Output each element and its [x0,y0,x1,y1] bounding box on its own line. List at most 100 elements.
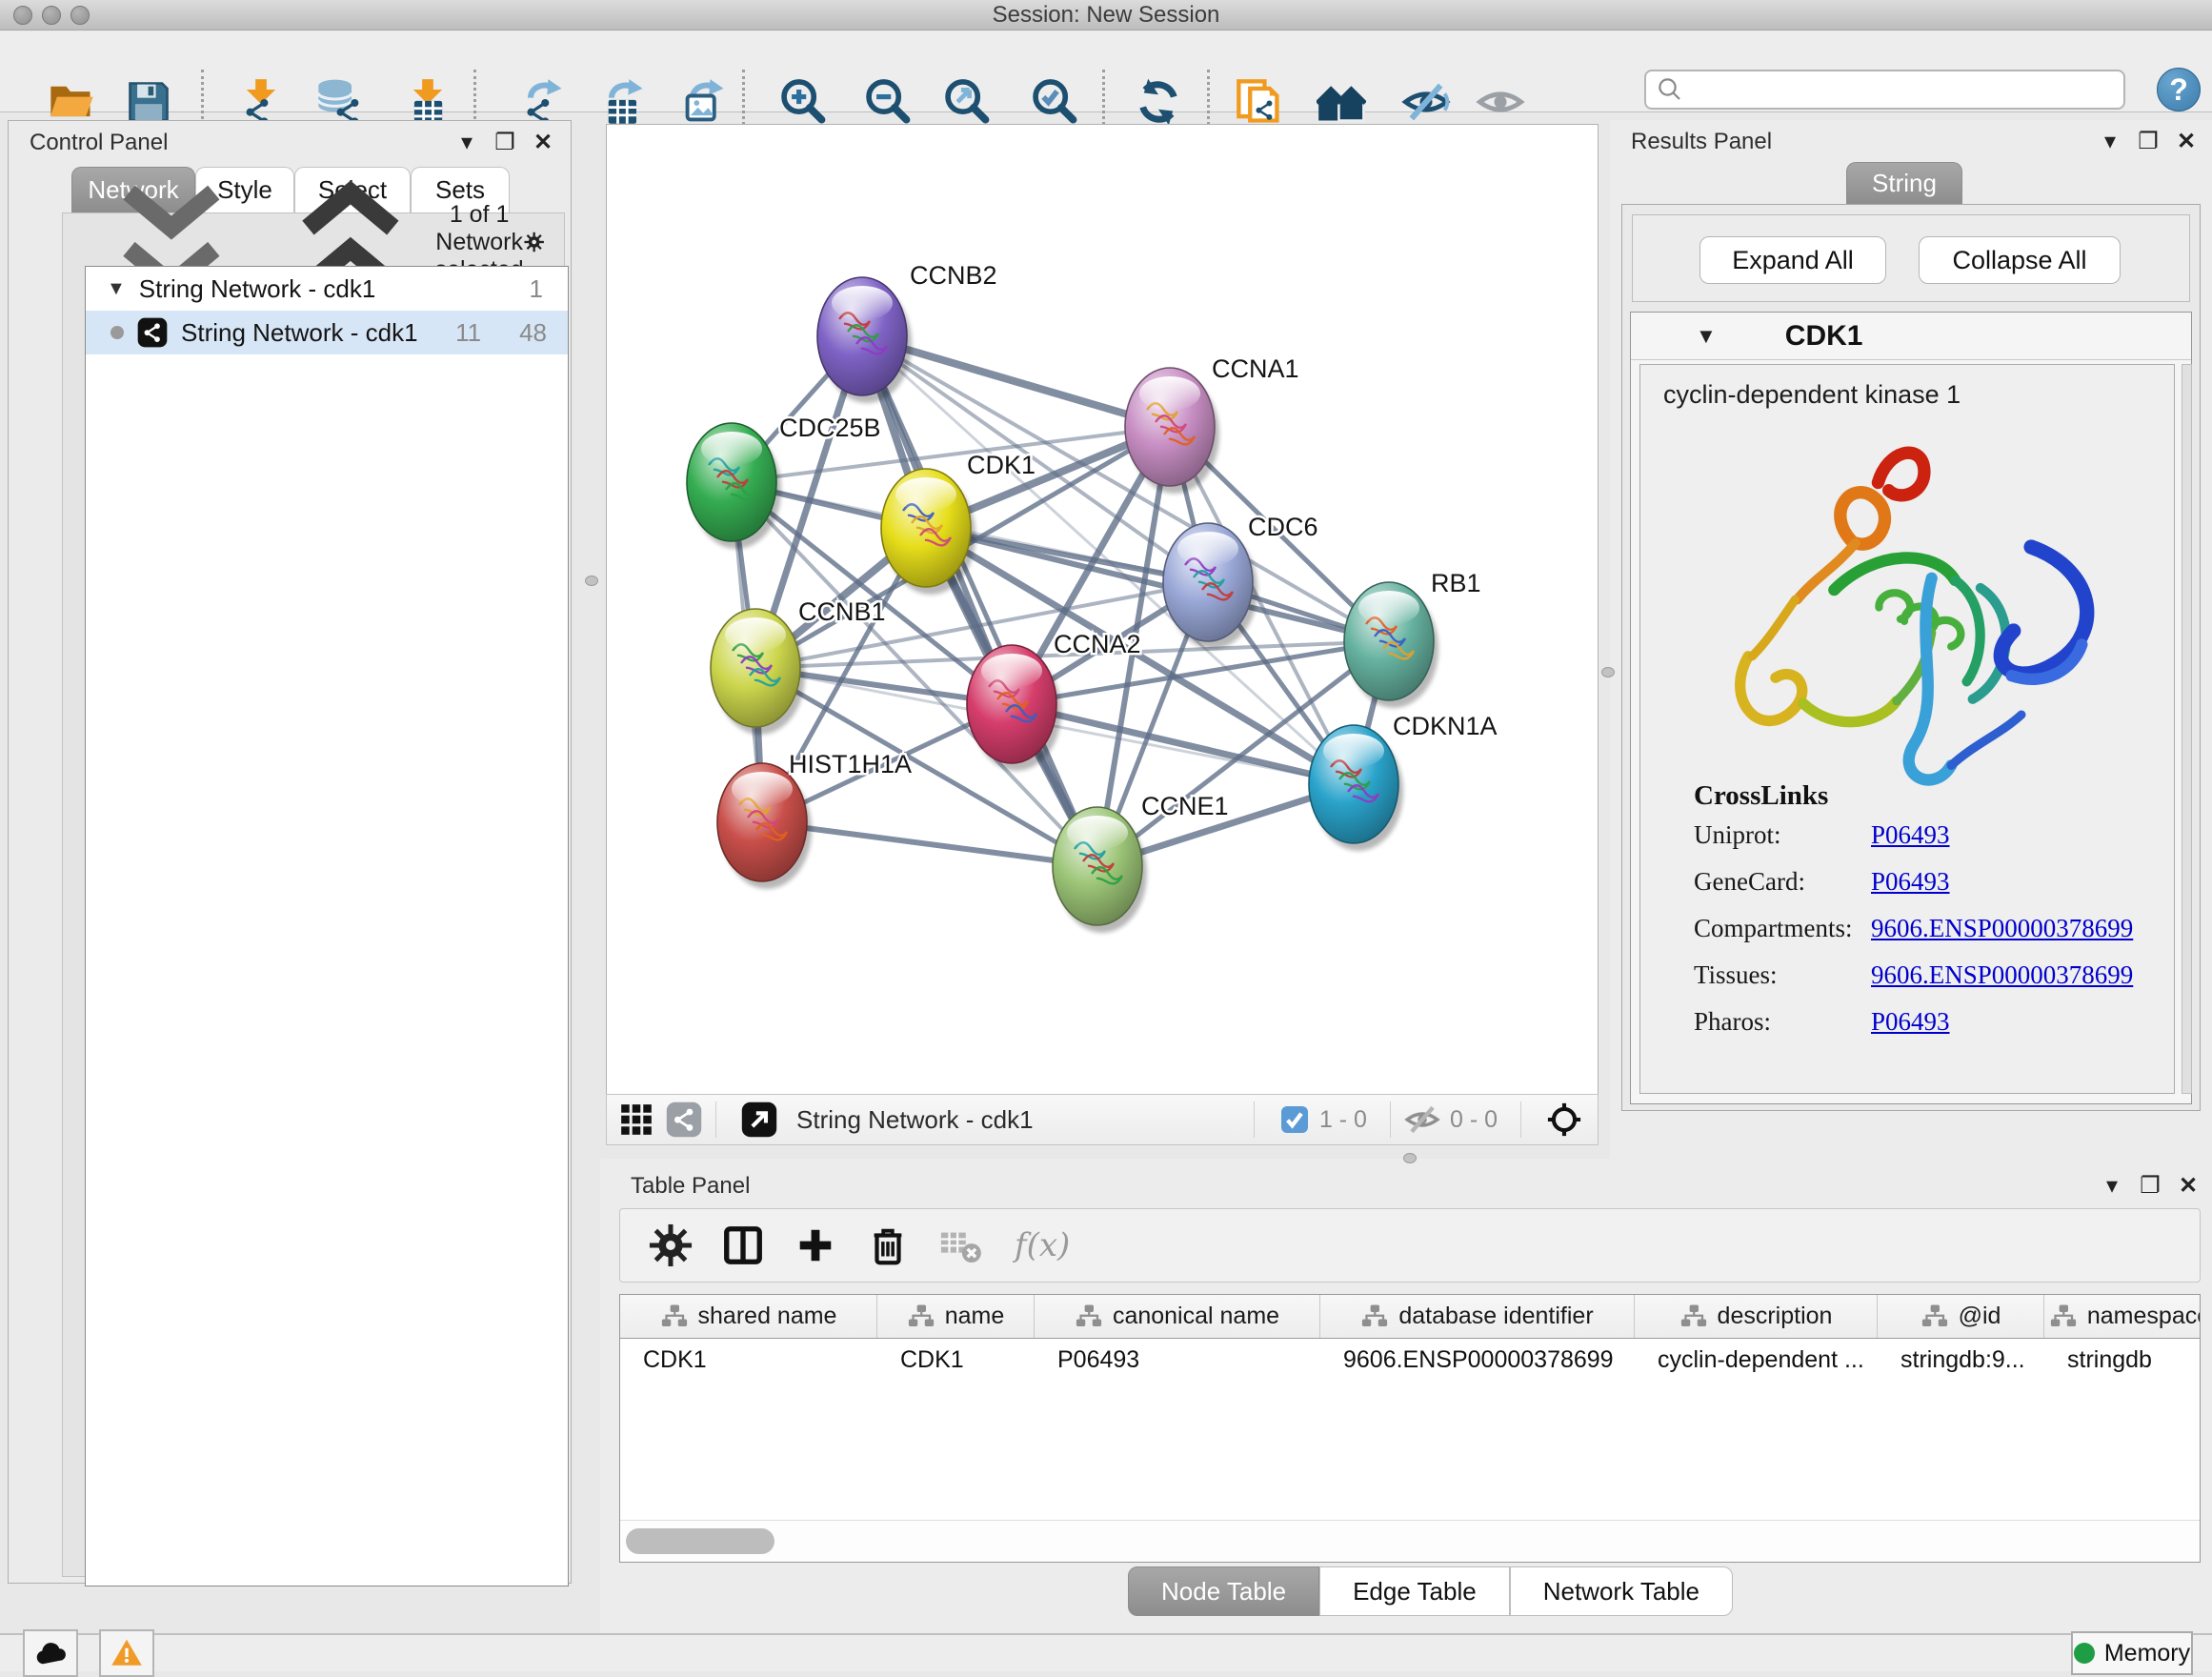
table-cell[interactable]: cyclin-dependent ... [1635,1346,1878,1374]
crosslink-value-link[interactable]: 9606.ENSP00000378699 [1871,960,2133,990]
crosslink-value-link[interactable]: P06493 [1871,1007,1950,1037]
network-options-gear-icon[interactable] [524,225,544,259]
node-CCNE1[interactable] [1053,807,1147,933]
search-input[interactable] [1690,76,2123,103]
zoom-selected-button[interactable] [1028,75,1081,129]
column-header-name[interactable]: name [877,1295,1035,1338]
birds-eye-view-icon[interactable] [1546,1101,1582,1138]
tab-node-table[interactable]: Node Table [1128,1566,1319,1616]
node-CCNB2[interactable] [817,277,912,403]
crosslink-value-link[interactable]: P06493 [1871,820,1950,850]
table-cell[interactable]: P06493 [1035,1346,1320,1374]
network-collection-row[interactable]: ▼ String Network - cdk1 1 [86,267,568,311]
search-box[interactable] [1644,70,2125,110]
tab-network-table[interactable]: Network Table [1510,1566,1733,1616]
entry-expand-icon[interactable]: ▼ [1696,324,1717,349]
results-panel-collapse-icon[interactable]: ▾ [2098,128,2122,155]
first-neighbors-button[interactable] [1315,75,1368,129]
expand-all-button[interactable]: Expand All [1699,236,1886,284]
delete-column-icon[interactable] [866,1223,910,1267]
tab-string[interactable]: String [1846,162,1962,204]
node-CDC6[interactable] [1163,523,1257,649]
table-cell[interactable]: stringdb:9... [1878,1346,2044,1374]
window-controls[interactable] [13,6,90,25]
crosslink-value-link[interactable]: P06493 [1871,867,1950,897]
column-header-shared-name[interactable]: shared name [620,1295,877,1338]
table-row[interactable]: CDK1CDK1P064939606.ENSP00000378699cyclin… [620,1339,2200,1381]
title-bar: Session: New Session [0,0,2212,30]
column-header-namespace[interactable]: namespace [2044,1295,2201,1338]
collapse-all-button[interactable]: Collapse All [1919,236,2121,284]
results-panel-float-icon[interactable]: ❐ [2136,128,2161,155]
control-panel-collapse-icon[interactable]: ▾ [454,129,479,156]
node-CDKN1A[interactable] [1309,725,1403,851]
main-toolbar: ? [0,31,2212,112]
window-title: Session: New Session [993,2,1220,29]
memory-button[interactable]: Memory [2071,1631,2193,1675]
network-row-selected[interactable]: String Network - cdk1 11 48 [86,311,568,354]
control-panel-close-icon[interactable]: ✕ [531,129,555,156]
table-horizontal-scrollbar[interactable] [620,1520,2200,1562]
table-cell[interactable]: stringdb [2044,1346,2201,1374]
left-splitter-handle[interactable] [585,576,598,586]
minimize-window-icon[interactable] [42,6,61,25]
right-splitter-handle[interactable] [1601,667,1615,677]
export-image-button[interactable] [678,75,732,129]
table-cell[interactable]: CDK1 [620,1346,877,1374]
grid-view-icon[interactable] [618,1101,654,1138]
zoom-fit-button[interactable] [940,75,994,129]
node-CCNB1[interactable] [711,609,805,735]
table-toolbar: f(x) [619,1208,2201,1283]
close-window-icon[interactable] [13,6,32,25]
table-options-gear-icon[interactable] [649,1223,693,1267]
maximize-window-icon[interactable] [70,6,90,25]
edge-HIST1H1A-CCNE1[interactable] [762,822,1097,866]
results-scrollbar[interactable] [2182,364,2192,1094]
delete-table-icon [938,1223,982,1267]
crosslink-value-link[interactable]: 9606.ENSP00000378699 [1871,914,2133,943]
hide-selected-button[interactable] [1399,75,1453,129]
column-header-database-identifier[interactable]: database identifier [1320,1295,1635,1338]
table-panel-float-icon[interactable]: ❐ [2138,1172,2162,1200]
tab-edge-table[interactable]: Edge Table [1319,1566,1510,1616]
detach-view-icon[interactable] [741,1101,777,1138]
show-columns-icon[interactable] [721,1223,765,1267]
add-column-icon[interactable] [794,1223,837,1267]
zoom-in-button[interactable] [776,75,830,129]
results-panel-close-icon[interactable]: ✕ [2174,128,2199,155]
gene-entry-header[interactable]: ▼ CDK1 [1631,313,2191,360]
automation-cloud-button[interactable] [23,1629,78,1677]
table-panel-collapse-icon[interactable]: ▾ [2100,1172,2124,1200]
warnings-button[interactable] [99,1629,154,1677]
selected-checkbox-icon[interactable] [1279,1104,1310,1135]
tree-expand-icon[interactable]: ▼ [107,278,126,300]
node-label-HIST1H1A: HIST1H1A [789,750,912,778]
column-header-description[interactable]: description [1635,1295,1878,1338]
node-HIST1H1A[interactable] [717,763,812,889]
bottom-splitter-handle[interactable] [1403,1153,1417,1163]
zoom-out-button[interactable] [861,75,915,129]
table-panel-close-icon[interactable]: ✕ [2176,1172,2201,1200]
table-cell[interactable]: 9606.ENSP00000378699 [1320,1346,1635,1374]
node-CCNA2[interactable] [967,645,1061,771]
crosslink-label: Pharos: [1694,1007,1871,1037]
column-type-icon [907,1303,935,1331]
control-panel-float-icon[interactable]: ❐ [493,129,517,156]
refresh-network-button[interactable] [1132,75,1185,129]
network-type-icon[interactable] [666,1101,702,1138]
export-table-button[interactable] [597,75,651,129]
clone-network-button[interactable] [1233,75,1286,129]
memory-status-dot [2074,1643,2095,1664]
table-cell[interactable]: CDK1 [877,1346,1035,1374]
edge-CCNB2-CCNE1[interactable] [862,336,1097,866]
help-button[interactable]: ? [2157,68,2201,111]
crosslink-label: Uniprot: [1694,820,1871,850]
node-count: 11 [455,318,481,348]
node-RB1[interactable] [1344,582,1438,708]
scrollbar-thumb[interactable] [626,1528,774,1554]
show-all-button[interactable] [1474,75,1527,129]
node-CDK1[interactable] [881,469,975,595]
network-canvas[interactable]: CCNB2CCNA1CDC25BCDK1CDC6RB1CCNB1CCNA2CDK… [606,124,1599,1095]
column-header-canonical-name[interactable]: canonical name [1035,1295,1320,1338]
column-header--id[interactable]: @id [1878,1295,2044,1338]
